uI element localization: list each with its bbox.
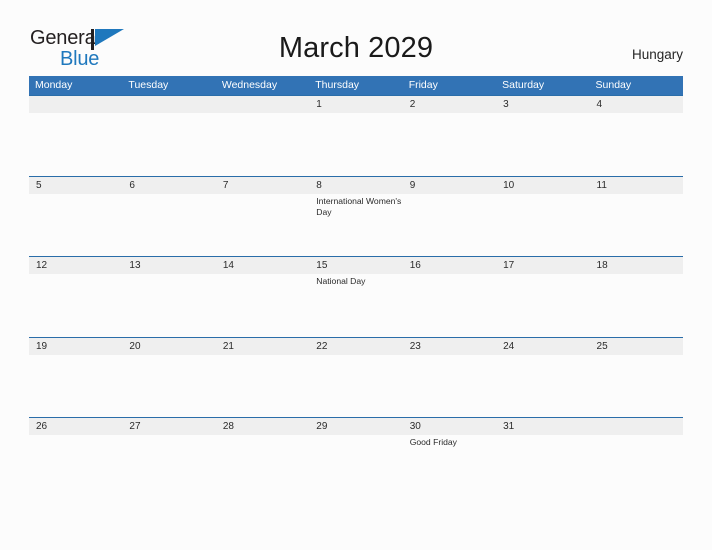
weekday-header-tuesday: Tuesday xyxy=(128,79,169,91)
day-number[interactable]: 2 xyxy=(403,96,496,113)
day-event-good-friday: Good Friday xyxy=(409,437,457,447)
day-event xyxy=(590,113,683,176)
day-number[interactable]: 23 xyxy=(403,338,496,355)
day-number[interactable]: 9 xyxy=(403,177,496,194)
day-number[interactable]: 1 xyxy=(309,96,402,113)
day-event xyxy=(29,113,122,176)
day-number[interactable]: 5 xyxy=(29,177,122,194)
day-event xyxy=(403,355,496,418)
week-day-number-band: 12 13 14 15 16 17 18 xyxy=(29,257,683,274)
day-event xyxy=(590,194,683,257)
week-row: 26 27 28 29 30 31 Good Friday xyxy=(29,417,683,498)
day-event xyxy=(496,113,589,176)
day-event xyxy=(590,274,683,337)
page-header: General Blue March 2029 Hungary xyxy=(0,0,712,76)
day-event xyxy=(403,113,496,176)
week-event-band: National Day xyxy=(29,274,683,337)
weekday-header-sunday: Sunday xyxy=(595,79,632,91)
week-day-number-band: 5 6 7 8 9 10 11 xyxy=(29,176,683,194)
day-number[interactable]: 17 xyxy=(496,257,589,274)
day-number[interactable]: 22 xyxy=(309,338,402,355)
weekday-header-saturday: Saturday xyxy=(502,79,545,91)
day-event xyxy=(29,274,122,337)
day-number[interactable]: 7 xyxy=(216,177,309,194)
day-event xyxy=(216,435,309,498)
day-number[interactable]: 19 xyxy=(29,338,122,355)
day-number[interactable] xyxy=(29,96,122,113)
day-number[interactable]: 24 xyxy=(496,338,589,355)
day-event xyxy=(496,435,589,498)
week-event-band: Good Friday xyxy=(29,435,683,498)
week-row: 19 20 21 22 23 24 25 xyxy=(29,336,683,418)
day-number[interactable] xyxy=(590,418,683,435)
weekday-header-monday: Monday xyxy=(35,79,73,91)
day-number[interactable]: 29 xyxy=(309,418,402,435)
country-label: Hungary xyxy=(631,47,683,62)
day-event xyxy=(122,113,215,176)
week-row: 1 2 3 4 xyxy=(29,95,683,176)
day-event xyxy=(403,194,496,257)
day-number[interactable]: 30 xyxy=(403,418,496,435)
day-number[interactable]: 11 xyxy=(590,177,683,194)
week-row: 5 6 7 8 9 10 11 International Women's Da… xyxy=(29,175,683,257)
day-number[interactable] xyxy=(122,96,215,113)
day-event xyxy=(403,274,496,337)
week-event-band xyxy=(29,113,683,176)
day-event xyxy=(122,355,215,418)
week-event-band: International Women's Day xyxy=(29,194,683,257)
day-event xyxy=(29,435,122,498)
day-event xyxy=(590,435,683,498)
day-event xyxy=(309,355,402,418)
day-number[interactable]: 27 xyxy=(122,418,215,435)
day-event xyxy=(309,435,402,498)
day-number[interactable]: 8 xyxy=(309,177,402,194)
day-number[interactable]: 20 xyxy=(122,338,215,355)
day-number[interactable] xyxy=(216,96,309,113)
day-number[interactable]: 15 xyxy=(309,257,402,274)
day-event xyxy=(496,274,589,337)
day-event xyxy=(496,355,589,418)
weekday-header-thursday: Thursday xyxy=(315,79,360,91)
week-day-number-band: 19 20 21 22 23 24 25 xyxy=(29,337,683,355)
day-number[interactable]: 12 xyxy=(29,257,122,274)
week-event-band xyxy=(29,355,683,418)
day-number[interactable]: 18 xyxy=(590,257,683,274)
day-number[interactable]: 13 xyxy=(122,257,215,274)
week-row: 12 13 14 15 16 17 18 National Day xyxy=(29,256,683,337)
day-number[interactable]: 26 xyxy=(29,418,122,435)
day-event xyxy=(216,355,309,418)
day-event xyxy=(122,435,215,498)
day-event xyxy=(216,194,309,257)
page-title: March 2029 xyxy=(278,32,434,64)
day-number[interactable]: 28 xyxy=(216,418,309,435)
weekday-header-row: Monday Tuesday Wednesday Thursday Friday… xyxy=(29,76,683,95)
day-number[interactable]: 21 xyxy=(216,338,309,355)
day-event-womens-day: International Women's Day xyxy=(316,195,402,218)
day-number[interactable]: 16 xyxy=(403,257,496,274)
week-day-number-band: 1 2 3 4 xyxy=(29,96,683,113)
day-event xyxy=(216,113,309,176)
day-event xyxy=(590,355,683,418)
weekday-header-wednesday: Wednesday xyxy=(221,79,278,91)
day-event xyxy=(122,194,215,257)
day-number[interactable]: 31 xyxy=(496,418,589,435)
day-event-national-day: National Day xyxy=(316,276,366,286)
day-number[interactable]: 6 xyxy=(122,177,215,194)
day-event xyxy=(122,274,215,337)
day-number[interactable]: 10 xyxy=(496,177,589,194)
calendar-grid: Monday Tuesday Wednesday Thursday Friday… xyxy=(29,76,683,498)
week-day-number-band: 26 27 28 29 30 31 xyxy=(29,418,683,435)
day-number[interactable]: 3 xyxy=(496,96,589,113)
day-event xyxy=(496,194,589,257)
weekday-header-friday: Friday xyxy=(408,79,438,91)
day-event xyxy=(29,355,122,418)
day-number[interactable]: 25 xyxy=(590,338,683,355)
day-event xyxy=(216,274,309,337)
day-event xyxy=(309,113,402,176)
day-number[interactable]: 14 xyxy=(216,257,309,274)
day-number[interactable]: 4 xyxy=(590,96,683,113)
day-event xyxy=(29,194,122,257)
